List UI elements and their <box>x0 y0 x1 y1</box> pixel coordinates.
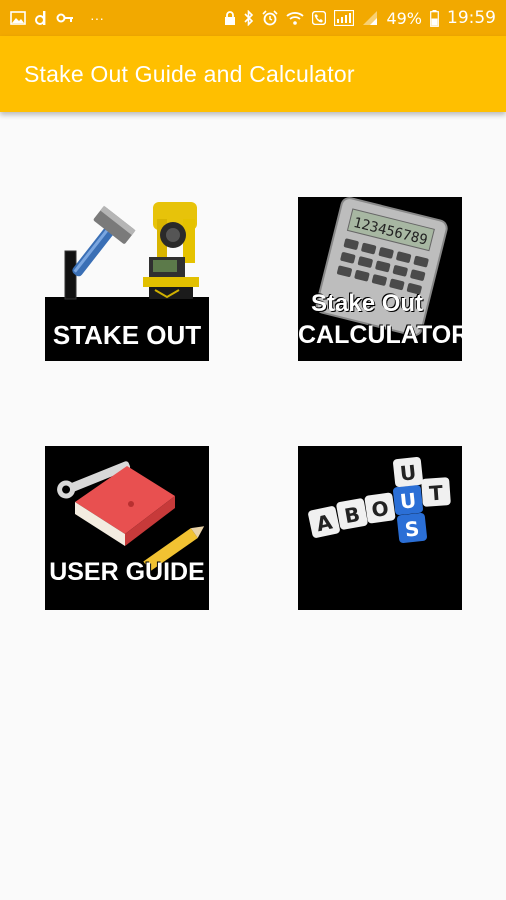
block-letter-u: U <box>399 488 418 514</box>
block-letter-o: O <box>370 496 390 522</box>
app-title: Stake Out Guide and Calculator <box>24 60 355 87</box>
gallery-icon <box>10 11 26 25</box>
hd-signal-icon <box>334 10 355 26</box>
alarm-icon <box>262 10 279 26</box>
user-guide-tile[interactable]: USER GUIDE <box>45 446 209 610</box>
app-bar: Stake Out Guide and Calculator <box>0 36 506 112</box>
clock: 19:59 <box>447 8 496 28</box>
stake-out-tile[interactable]: STAKE OUT <box>45 197 209 361</box>
more-notifications-indicator: ··· <box>90 10 104 26</box>
block-letter-s: S <box>404 516 421 541</box>
about-us-blocks-icon: A B O U T U S <box>308 457 451 543</box>
battery-percent: 49% <box>386 8 422 28</box>
cell-signal-icon <box>362 10 378 26</box>
system-icons: 49% 19:59 <box>224 8 496 28</box>
user-guide-label: USER GUIDE <box>49 558 205 586</box>
phone-call-icon <box>312 11 327 25</box>
stake-out-label: STAKE OUT <box>52 320 202 350</box>
status-bar: ··· 49% 19:59 <box>0 0 506 36</box>
calculator-label-line1: Stake Out <box>311 290 424 317</box>
bluetooth-icon <box>244 10 254 26</box>
battery-icon <box>430 9 439 27</box>
wifi-icon <box>286 11 305 25</box>
key-icon <box>56 12 74 24</box>
stake-out-calculator-tile[interactable]: 123456789 Stake Out CALCULATOR <box>298 197 462 361</box>
lock-icon <box>224 11 236 25</box>
d-letter-icon <box>34 10 48 26</box>
calculator-label-line2: CALCULATOR <box>298 321 462 349</box>
block-letter-t: T <box>428 481 444 506</box>
about-us-tile[interactable]: A B O U T U S <box>298 446 462 610</box>
notification-icons: ··· <box>10 10 104 26</box>
block-letter-u-top: U <box>399 460 418 486</box>
